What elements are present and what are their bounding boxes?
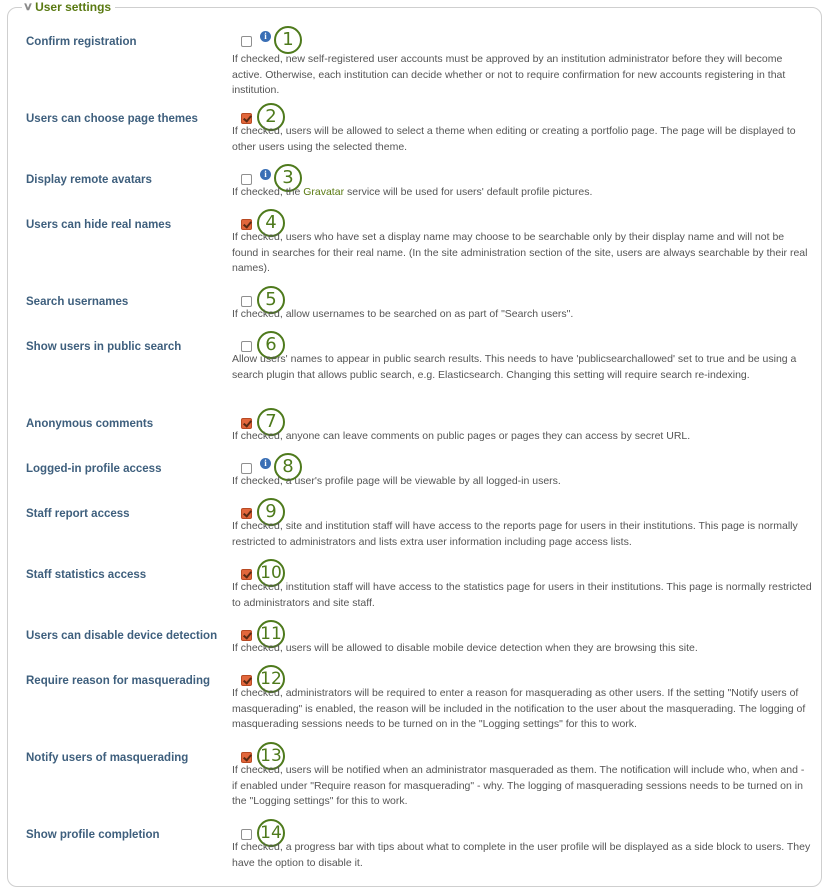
user-settings-legend[interactable]: ∨ User settings (22, 0, 116, 14)
setting-controls: i (241, 30, 271, 51)
setting-description: Allow users' names to appear in public s… (232, 353, 797, 381)
setting-description: If checked, administrators will be requi… (232, 687, 806, 730)
setting-description: If checked, institution staff will have … (232, 581, 812, 609)
callout-number-icon: 1 (274, 26, 302, 54)
setting-description: If checked, anyone can leave comments on… (232, 430, 691, 442)
setting-label: Logged-in profile access (26, 463, 162, 475)
setting-label: Staff statistics access (26, 569, 147, 581)
setting-label: Users can choose page themes (26, 113, 198, 125)
setting-checkbox[interactable] (241, 629, 252, 641)
setting-description: If checked, users will be notified when … (232, 764, 805, 807)
setting-checkbox[interactable] (241, 112, 252, 124)
setting-label: Require reason for masquerading (26, 675, 211, 687)
setting-checkbox[interactable] (241, 507, 252, 519)
chevron-down-icon[interactable]: ∨ (23, 0, 33, 14)
setting-description: If checked, users will be allowed to dis… (232, 642, 698, 654)
setting-checkbox[interactable] (241, 751, 252, 763)
setting-checkbox[interactable] (241, 674, 252, 686)
setting-label: Show profile completion (26, 829, 160, 841)
setting-description: If checked, users who have set a display… (232, 231, 808, 274)
setting-label: Show users in public search (26, 341, 182, 353)
setting-label: Display remote avatars (26, 174, 152, 186)
info-icon[interactable]: i (260, 168, 271, 180)
setting-description: If checked, users will be allowed to sel… (232, 125, 796, 153)
setting-checkbox[interactable] (241, 35, 252, 47)
section-title: User settings (35, 0, 112, 14)
setting-checkbox[interactable] (241, 828, 252, 840)
setting-description: If checked, a progress bar with tips abo… (232, 841, 811, 869)
setting-description: If checked, site and institution staff w… (232, 520, 798, 548)
setting-label: Users can disable device detection (26, 630, 218, 642)
setting-description: If checked, the Gravatar service will be… (232, 185, 812, 201)
gravatar-link[interactable]: Gravatar (303, 186, 344, 198)
setting-checkbox[interactable] (241, 417, 252, 429)
setting-label: Search usernames (26, 296, 129, 308)
setting-checkbox[interactable] (241, 462, 252, 474)
setting-label: Notify users of masquerading (26, 752, 189, 764)
setting-label: Users can hide real names (26, 219, 172, 231)
info-icon[interactable]: i (260, 30, 271, 42)
info-icon[interactable]: i (260, 457, 271, 469)
setting-checkbox[interactable] (241, 295, 252, 307)
setting-checkbox[interactable] (241, 568, 252, 580)
setting-checkbox[interactable] (241, 340, 252, 352)
setting-description: If checked, allow usernames to be search… (232, 308, 574, 320)
setting-checkbox[interactable] (241, 218, 252, 230)
description-text: If checked, the (232, 186, 304, 198)
setting-checkbox[interactable] (241, 173, 252, 185)
description-text: service will be used for users' default … (344, 186, 593, 198)
setting-description: If checked, a user's profile page will b… (232, 475, 561, 487)
setting-description: If checked, new self-registered user acc… (232, 53, 786, 96)
setting-label: Anonymous comments (26, 418, 154, 430)
setting-label: Confirm registration (26, 36, 137, 48)
setting-label: Staff report access (26, 508, 130, 520)
